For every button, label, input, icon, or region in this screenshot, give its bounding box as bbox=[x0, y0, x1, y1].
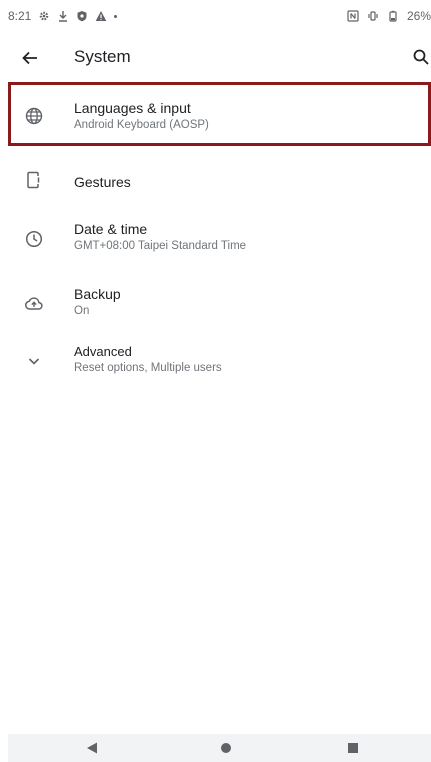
status-bar-right: 26% bbox=[347, 9, 431, 23]
recents-square-icon bbox=[348, 743, 358, 753]
status-bar-left: 8:21 bbox=[8, 9, 118, 23]
chevron-down-icon bbox=[24, 351, 44, 371]
nav-home-button[interactable] bbox=[218, 740, 234, 756]
arrow-back-icon bbox=[22, 51, 37, 65]
list-item-subtitle: Android Keyboard (AOSP) bbox=[74, 119, 209, 131]
back-button[interactable] bbox=[20, 48, 40, 68]
list-item-title: Backup bbox=[74, 286, 121, 302]
vibrate-icon bbox=[367, 10, 379, 22]
cloud-upload-icon bbox=[24, 294, 44, 314]
nav-back-button[interactable] bbox=[84, 740, 100, 756]
list-item-subtitle: On bbox=[74, 305, 90, 317]
search-icon bbox=[413, 49, 429, 65]
settings-list: Languages & input Android Keyboard (AOSP… bbox=[8, 84, 431, 374]
phone-screen: 8:21 26% System Languages & input Androi… bbox=[8, 8, 431, 762]
status-time: 8:21 bbox=[8, 9, 32, 23]
list-item-languages-input[interactable]: Languages & input Android Keyboard (AOSP… bbox=[8, 84, 431, 147]
gestures-icon bbox=[24, 170, 44, 190]
app-bar: System bbox=[8, 34, 431, 82]
search-button[interactable] bbox=[411, 47, 431, 67]
battery-percent: 26% bbox=[406, 9, 431, 23]
list-item-advanced[interactable]: Advanced Reset options, Multiple users bbox=[8, 329, 431, 387]
shield-icon bbox=[76, 10, 88, 22]
settings-icon bbox=[38, 10, 50, 22]
list-item-date-time[interactable]: Date & time GMT+08:00 Taipei Standard Ti… bbox=[8, 205, 431, 263]
navigation-bar bbox=[8, 734, 431, 762]
page: 8:21 26% System Languages & input Androi… bbox=[0, 0, 431, 762]
list-item-subtitle: Reset options, Multiple users bbox=[74, 362, 222, 374]
list-item-subtitle: GMT+08:00 Taipei Standard Time bbox=[74, 240, 247, 252]
nav-recents-button[interactable] bbox=[345, 740, 361, 756]
nfc-icon bbox=[347, 10, 359, 22]
back-triangle-icon bbox=[87, 742, 97, 754]
status-bar: 8:21 26% bbox=[8, 8, 431, 24]
clock-icon bbox=[24, 229, 44, 249]
dot-icon bbox=[114, 14, 118, 18]
download-icon bbox=[57, 10, 69, 22]
list-item-title: Languages & input bbox=[74, 100, 191, 116]
home-circle-icon bbox=[221, 743, 231, 753]
list-item-gestures[interactable]: Gestures bbox=[8, 145, 431, 203]
battery-icon bbox=[387, 10, 399, 22]
cropped-heading-text bbox=[0, 0, 431, 8]
list-item-title: Date & time bbox=[74, 221, 148, 237]
list-item-title: Advanced bbox=[74, 344, 132, 359]
warning-icon bbox=[95, 10, 107, 22]
list-item-title: Gestures bbox=[74, 174, 131, 190]
globe-icon bbox=[24, 106, 44, 126]
page-title: System bbox=[74, 47, 131, 66]
list-item-backup[interactable]: Backup On bbox=[8, 268, 431, 326]
